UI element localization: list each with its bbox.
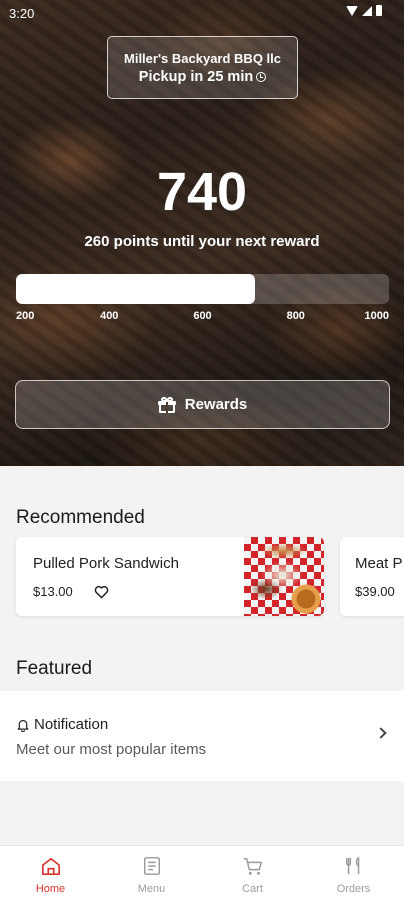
status-icons <box>346 5 382 16</box>
nav-home[interactable]: Home <box>0 846 101 900</box>
battery-icon <box>376 5 382 16</box>
bell-icon <box>17 719 29 732</box>
favorite-heart-icon[interactable] <box>94 585 109 599</box>
pulled-pork-sandwich-image <box>244 537 324 616</box>
gift-icon <box>157 396 176 413</box>
featured-title: Featured <box>16 658 93 679</box>
nav-label: Menu <box>137 883 166 895</box>
recommended-title: Recommended <box>16 507 145 528</box>
notification-subtitle: Meet our most popular items <box>16 741 207 758</box>
recommended-item-card[interactable]: Pulled Pork Sandwich $13.00 <box>16 537 324 616</box>
item-name: Meat P <box>355 555 403 572</box>
points-value: 740 <box>156 162 248 222</box>
progress-tick-label: 800 <box>286 310 305 322</box>
status-time: 3:20 <box>9 6 35 21</box>
nav-cart[interactable]: Cart <box>202 846 303 900</box>
store-selector[interactable]: Miller's Backyard BBQ llc Pickup in 25 m… <box>107 36 298 99</box>
points-message: 260 points until your next reward <box>84 233 320 250</box>
progress-tick-label: 1000 <box>364 310 389 322</box>
clock-icon <box>256 71 267 82</box>
recommended-item-card[interactable]: Meat P $39.00 <box>340 537 404 616</box>
progress-tick-label: 200 <box>16 310 35 322</box>
progress-tick-label: 600 <box>193 310 212 322</box>
pickup-time: Pickup in 25 min <box>108 69 297 85</box>
bottom-nav: Home Menu Cart Orders <box>0 845 404 900</box>
item-price: $39.00 <box>355 584 395 599</box>
featured-notification[interactable]: Notification Meet our most popular items <box>0 691 404 781</box>
menu-icon <box>143 857 160 875</box>
status-bar: 3:20 <box>0 0 404 26</box>
nav-orders[interactable]: Orders <box>303 846 404 900</box>
rewards-progress-bar <box>16 274 389 304</box>
rewards-progress-fill <box>16 274 255 304</box>
orders-icon <box>345 856 359 875</box>
cell-signal-icon <box>362 5 372 16</box>
nav-menu[interactable]: Menu <box>101 846 202 900</box>
notification-title: Notification <box>34 716 109 733</box>
progress-ticks: 200 400 600 800 1000 <box>16 310 389 324</box>
progress-tick-label: 400 <box>100 310 119 322</box>
nav-label: Cart <box>242 883 263 895</box>
home-icon <box>41 857 60 875</box>
chevron-right-icon <box>375 727 387 739</box>
rewards-button[interactable]: Rewards <box>15 380 390 429</box>
nav-label: Home <box>35 883 66 895</box>
wifi-icon <box>346 5 358 16</box>
rewards-button-label: Rewards <box>184 396 248 413</box>
item-price: $13.00 <box>33 584 73 599</box>
store-name: Miller's Backyard BBQ llc <box>124 50 281 66</box>
cart-icon <box>243 858 262 875</box>
nav-label: Orders <box>336 883 371 895</box>
pickup-text: Pickup in 25 min <box>138 68 254 85</box>
item-name: Pulled Pork Sandwich <box>33 555 179 572</box>
